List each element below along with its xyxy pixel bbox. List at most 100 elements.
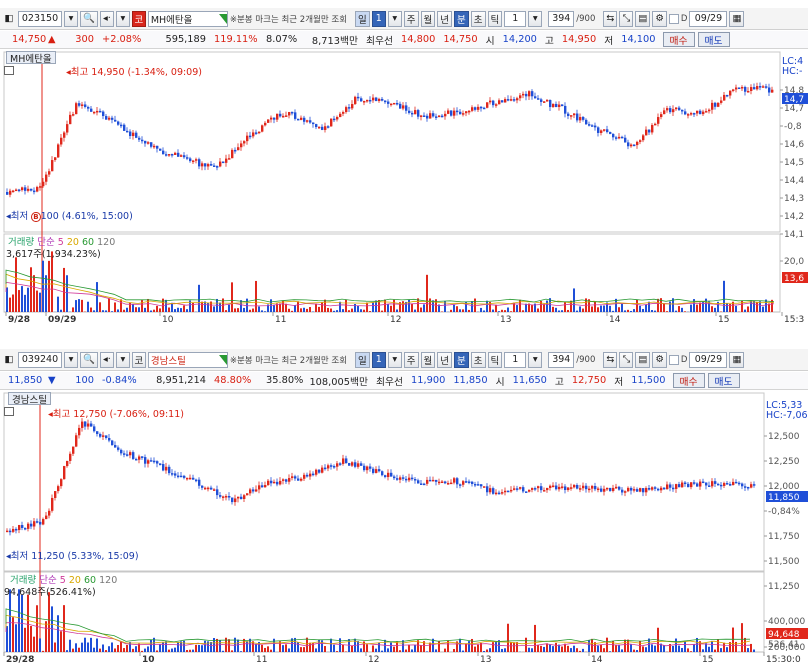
chart-area[interactable]: 14,8 14,7 -0,8 14,6 14,5 14,4 14,3 14,2 14,1 20,0… [0, 50, 808, 330]
draw-icon[interactable]: ⤡ [619, 351, 634, 368]
candle-body [501, 492, 504, 494]
candle-body [243, 141, 246, 144]
stock-name-input[interactable]: MH에탄올 [147, 10, 228, 27]
candle-body [465, 111, 468, 114]
interval-input[interactable]: 1 [504, 351, 527, 368]
period-second[interactable]: 초 [470, 10, 486, 27]
gear-icon[interactable]: ⚙ [652, 10, 667, 27]
candle-body [510, 99, 513, 101]
candle-body [717, 102, 720, 107]
period-tick[interactable]: 틱 [487, 351, 503, 368]
period-day[interactable]: 일 [355, 351, 370, 368]
candle-body [240, 143, 243, 148]
save-icon[interactable]: ▤ [635, 10, 651, 27]
candle-body [195, 159, 198, 161]
candle-body [177, 152, 180, 157]
period-year[interactable]: 년 [437, 10, 453, 27]
period-month[interactable]: 월 [420, 10, 436, 27]
stock-code-input[interactable]: 039240 [18, 351, 62, 368]
period-dropdown-icon[interactable]: ▾ [387, 351, 402, 368]
volume-bar [324, 646, 326, 652]
save-icon[interactable]: ▤ [635, 351, 651, 368]
sound-icon[interactable]: ◂· [99, 351, 114, 368]
period-month[interactable]: 월 [420, 351, 436, 368]
volume-bar [420, 307, 422, 312]
date-input[interactable]: 09/29 [689, 351, 728, 368]
candle-body [570, 115, 573, 117]
count-input[interactable]: 394 [548, 10, 575, 27]
stock-name-input[interactable]: 경남스틸 [147, 351, 228, 368]
period-second[interactable]: 초 [470, 351, 486, 368]
volume-bar [264, 311, 266, 312]
candle-body [588, 488, 591, 491]
period-week[interactable]: 주 [403, 10, 419, 27]
sell-button[interactable]: 매도 [697, 32, 730, 47]
candle-body [219, 161, 222, 167]
chart-tab[interactable]: MH에탄올 [6, 51, 56, 65]
volume-bar [357, 305, 359, 312]
chart-area[interactable]: 12,500 12,250 12,000 -0,84% 11,750 11,500 11,2… [0, 391, 808, 664]
grid-icon[interactable] [4, 407, 14, 416]
candle-body [366, 466, 369, 471]
sound-dropdown-icon[interactable]: ▾ [115, 351, 130, 368]
period-week[interactable]: 주 [403, 351, 419, 368]
volume-bar [132, 648, 134, 652]
period-dropdown-icon[interactable]: ▾ [387, 10, 402, 27]
d-checkbox[interactable] [668, 354, 679, 365]
candle-body [693, 113, 696, 115]
candle-body [210, 164, 213, 166]
price-chart-svg[interactable]: 14,814,7-0,814,614,514,414,314,214,120,0… [0, 50, 808, 330]
interval-dropdown-icon[interactable]: ▾ [528, 351, 543, 368]
price-chart-svg[interactable]: 12,500 12,250 12,000 -0,84% 11,750 11,500 11,2… [0, 391, 808, 664]
date-input[interactable]: 09/29 [689, 10, 728, 27]
menu-icon[interactable]: ◧ [2, 11, 16, 27]
scale-icon[interactable]: ⇆ [603, 351, 618, 368]
volume-bar [207, 303, 209, 312]
candle-body [462, 113, 465, 115]
calendar-icon[interactable]: ▦ [729, 10, 745, 27]
current-price-tag-text: 14,7 [784, 95, 804, 105]
candle-body [195, 479, 198, 482]
count-input[interactable]: 394 [548, 351, 575, 368]
buy-button[interactable]: 매수 [662, 32, 695, 47]
interval-dropdown-icon[interactable]: ▾ [528, 10, 543, 27]
candle-body [249, 135, 252, 138]
candle-body [642, 135, 645, 141]
price-axis-label: -0,84% [768, 507, 800, 517]
period-minute[interactable]: 분 [454, 351, 469, 368]
period-day-count[interactable]: 1 [371, 351, 386, 368]
menu-icon[interactable]: ◧ [2, 352, 16, 368]
draw-icon[interactable]: ⤡ [619, 10, 634, 27]
buy-button[interactable]: 매수 [672, 373, 705, 388]
period-day-count[interactable]: 1 [371, 10, 386, 27]
volume-bar [579, 650, 581, 652]
d-checkbox[interactable] [668, 13, 679, 24]
period-day[interactable]: 일 [355, 10, 370, 27]
search-icon[interactable]: 🔍 [80, 10, 98, 27]
sound-icon[interactable]: ◂· [99, 10, 114, 27]
period-tick[interactable]: 틱 [487, 10, 503, 27]
period-year[interactable]: 년 [437, 351, 453, 368]
candle-body [519, 95, 522, 99]
period-minute[interactable]: 분 [454, 10, 469, 27]
gear-icon[interactable]: ⚙ [652, 351, 667, 368]
scale-icon[interactable]: ⇆ [603, 10, 618, 27]
code-dropdown-icon[interactable]: ▾ [64, 351, 78, 368]
candle-body [147, 142, 150, 144]
code-dropdown-icon[interactable]: ▾ [64, 10, 78, 27]
candle-body [279, 480, 282, 485]
candle-body [45, 174, 48, 182]
candle-body [492, 100, 495, 106]
interval-input[interactable]: 1 [504, 10, 527, 27]
grid-icon[interactable] [4, 66, 14, 75]
candle-body [483, 107, 486, 110]
chart-tab[interactable]: 경남스틸 [8, 392, 51, 406]
candle-body [33, 521, 36, 527]
candle-body [324, 467, 327, 470]
calendar-icon[interactable]: ▦ [729, 351, 745, 368]
search-icon[interactable]: 🔍 [80, 351, 98, 368]
candle-body [585, 485, 588, 490]
sell-button[interactable]: 매도 [707, 373, 740, 388]
stock-code-input[interactable]: 023150 [18, 10, 62, 27]
sound-dropdown-icon[interactable]: ▾ [115, 10, 130, 27]
